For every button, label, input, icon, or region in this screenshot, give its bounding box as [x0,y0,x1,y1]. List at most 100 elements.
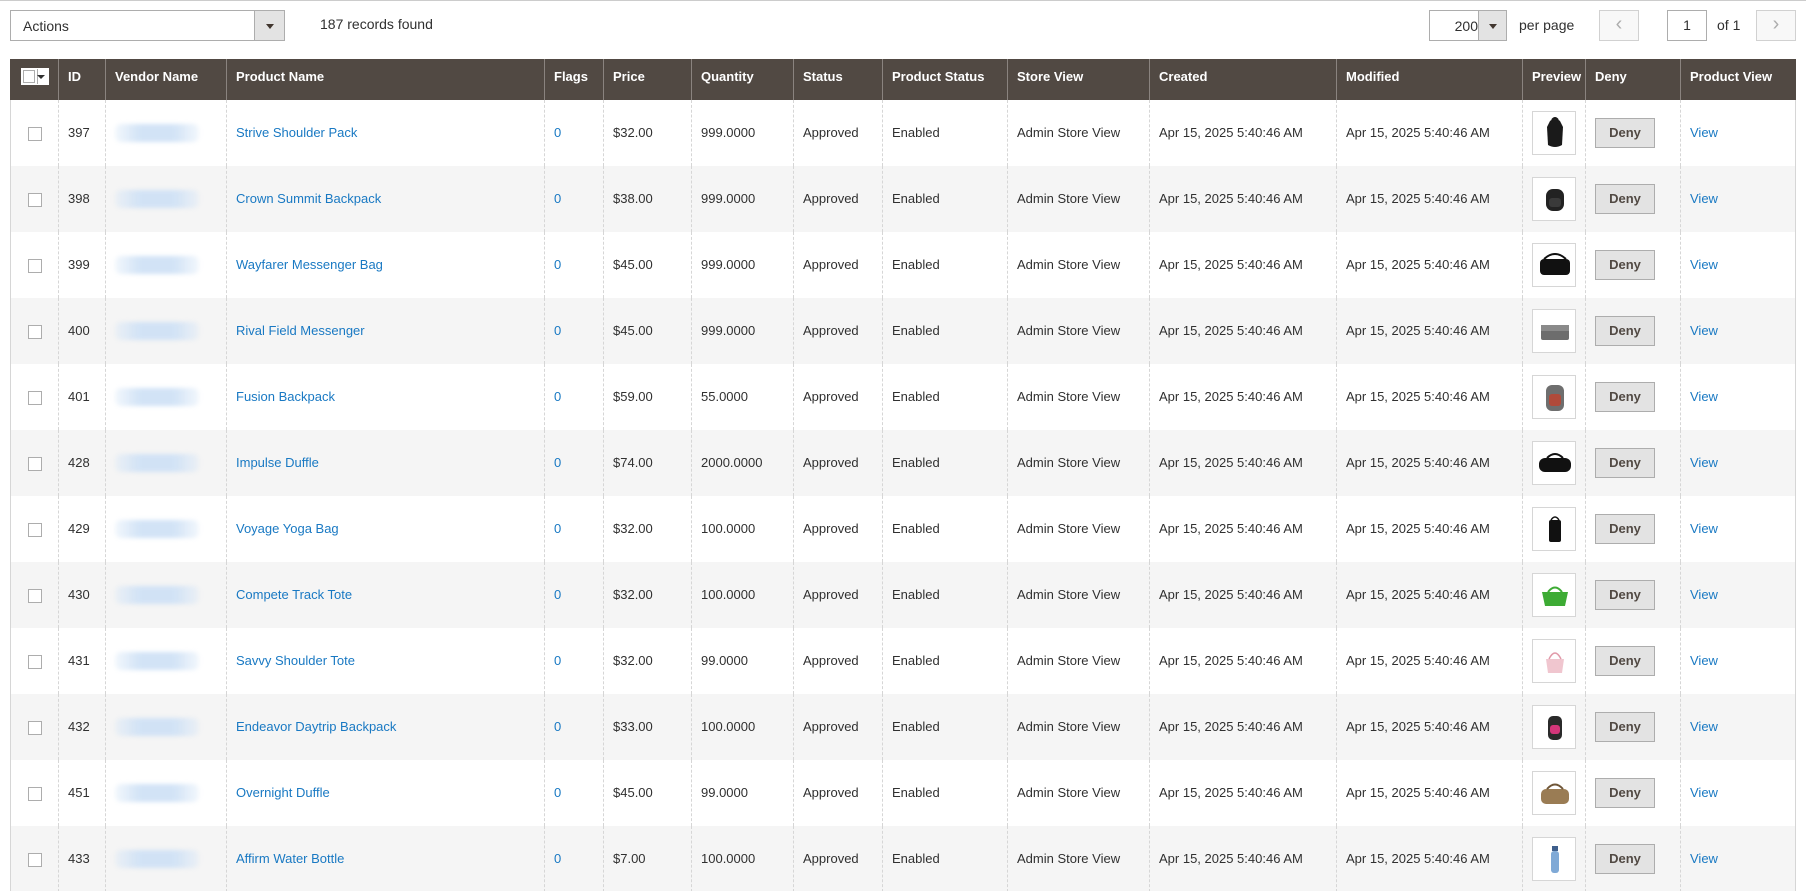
row-checkbox[interactable] [28,193,42,207]
table-row[interactable]: 397 Strive Shoulder Pack 0 $32.00 999.0000 Ap… [10,100,1796,166]
messenger-bag-icon[interactable] [1532,243,1576,287]
water-bottle-icon[interactable] [1532,837,1576,881]
column-header-modified[interactable]: Modified [1336,59,1522,100]
pink-tote-icon[interactable] [1532,639,1576,683]
row-checkbox[interactable] [28,589,42,603]
column-header-id[interactable]: ID [58,59,105,100]
view-link[interactable]: View [1690,125,1718,140]
table-row[interactable]: 428 Impulse Duffle 0 $74.00 2000.0000 Approve… [10,430,1796,496]
flags-link[interactable]: 0 [554,785,561,800]
actions-dropdown[interactable]: Actions [10,10,285,41]
product-name-link[interactable]: Rival Field Messenger [236,323,365,338]
table-row[interactable]: 429 Voyage Yoga Bag 0 $32.00 100.0000 Approve… [10,496,1796,562]
row-checkbox[interactable] [28,259,42,273]
flags-link[interactable]: 0 [554,653,561,668]
select-all-checkbox[interactable] [23,70,35,83]
row-checkbox[interactable] [28,655,42,669]
table-row[interactable]: 400 Rival Field Messenger 0 $45.00 999.0000 A… [10,298,1796,364]
fusion-backpack-icon[interactable] [1532,375,1576,419]
column-header-product-name[interactable]: Product Name [226,59,544,100]
product-name-link[interactable]: Compete Track Tote [236,587,352,602]
flags-link[interactable]: 0 [554,257,561,272]
deny-button[interactable]: Deny [1595,514,1655,544]
column-header-flags[interactable]: Flags [544,59,603,100]
previous-page-button[interactable]: ‹ [1599,10,1639,41]
flags-link[interactable]: 0 [554,323,561,338]
table-row[interactable]: 432 Endeavor Daytrip Backpack 0 $33.00 100.0… [10,694,1796,760]
daytrip-backpack-icon[interactable] [1532,705,1576,749]
table-row[interactable]: 430 Compete Track Tote 0 $32.00 100.0000 Appr… [10,562,1796,628]
table-row[interactable]: 431 Savvy Shoulder Tote 0 $32.00 99.0000 Appr… [10,628,1796,694]
product-name-link[interactable]: Strive Shoulder Pack [236,125,357,140]
deny-button[interactable]: Deny [1595,250,1655,280]
product-name-link[interactable]: Affirm Water Bottle [236,851,344,866]
flags-link[interactable]: 0 [554,455,561,470]
actions-dropdown-toggle[interactable] [254,11,284,40]
flags-link[interactable]: 0 [554,125,561,140]
page-number-input[interactable]: 1 [1667,10,1707,41]
column-header-vendor-name[interactable]: Vendor Name [105,59,226,100]
row-checkbox[interactable] [28,853,42,867]
next-page-button[interactable]: › [1756,10,1796,41]
product-name-link[interactable]: Wayfarer Messenger Bag [236,257,383,272]
table-row[interactable]: 399 Wayfarer Messenger Bag 0 $45.00 999.0000… [10,232,1796,298]
table-row[interactable]: 433 Affirm Water Bottle 0 $7.00 100.0000 Appr… [10,826,1796,891]
shoulder-pack-icon[interactable] [1532,111,1576,155]
row-checkbox[interactable] [28,457,42,471]
per-page-dropdown[interactable]: 200 [1429,10,1507,41]
product-name-link[interactable]: Fusion Backpack [236,389,335,404]
row-checkbox[interactable] [28,325,42,339]
flags-link[interactable]: 0 [554,191,561,206]
flags-link[interactable]: 0 [554,587,561,602]
row-checkbox[interactable] [28,787,42,801]
view-link[interactable]: View [1690,257,1718,272]
product-name-link[interactable]: Impulse Duffle [236,455,319,470]
column-header-created[interactable]: Created [1149,59,1336,100]
view-link[interactable]: View [1690,851,1718,866]
row-checkbox[interactable] [28,523,42,537]
deny-button[interactable]: Deny [1595,712,1655,742]
view-link[interactable]: View [1690,323,1718,338]
deny-button[interactable]: Deny [1595,184,1655,214]
deny-button[interactable]: Deny [1595,316,1655,346]
view-link[interactable]: View [1690,455,1718,470]
view-link[interactable]: View [1690,587,1718,602]
product-name-link[interactable]: Voyage Yoga Bag [236,521,339,536]
deny-button[interactable]: Deny [1595,448,1655,478]
view-link[interactable]: View [1690,389,1718,404]
product-name-link[interactable]: Endeavor Daytrip Backpack [236,719,396,734]
chevron-down-icon[interactable] [37,75,45,79]
mass-select-header[interactable] [10,59,58,100]
mass-select-dropdown[interactable] [21,68,49,85]
deny-button[interactable]: Deny [1595,118,1655,148]
flags-link[interactable]: 0 [554,719,561,734]
flags-link[interactable]: 0 [554,521,561,536]
column-header-price[interactable]: Price [603,59,691,100]
column-header-quantity[interactable]: Quantity [691,59,793,100]
table-row[interactable]: 398 Crown Summit Backpack 0 $38.00 999.0000 A… [10,166,1796,232]
duffle-icon[interactable] [1532,441,1576,485]
flags-link[interactable]: 0 [554,389,561,404]
flags-link[interactable]: 0 [554,851,561,866]
deny-button[interactable]: Deny [1595,580,1655,610]
product-name-link[interactable]: Savvy Shoulder Tote [236,653,355,668]
column-header-product-status[interactable]: Product Status [882,59,1007,100]
view-link[interactable]: View [1690,719,1718,734]
deny-button[interactable]: Deny [1595,844,1655,874]
row-checkbox[interactable] [28,127,42,141]
column-header-status[interactable]: Status [793,59,882,100]
column-header-store-view[interactable]: Store View [1007,59,1149,100]
view-link[interactable]: View [1690,191,1718,206]
backpack-icon[interactable] [1532,177,1576,221]
deny-button[interactable]: Deny [1595,778,1655,808]
product-name-link[interactable]: Crown Summit Backpack [236,191,381,206]
green-tote-icon[interactable] [1532,573,1576,617]
view-link[interactable]: View [1690,785,1718,800]
deny-button[interactable]: Deny [1595,646,1655,676]
product-name-link[interactable]: Overnight Duffle [236,785,330,800]
tan-duffle-icon[interactable] [1532,771,1576,815]
per-page-toggle[interactable] [1478,11,1506,40]
field-messenger-icon[interactable] [1532,309,1576,353]
row-checkbox[interactable] [28,391,42,405]
table-row[interactable]: 451 Overnight Duffle 0 $45.00 99.0000 Approve… [10,760,1796,826]
